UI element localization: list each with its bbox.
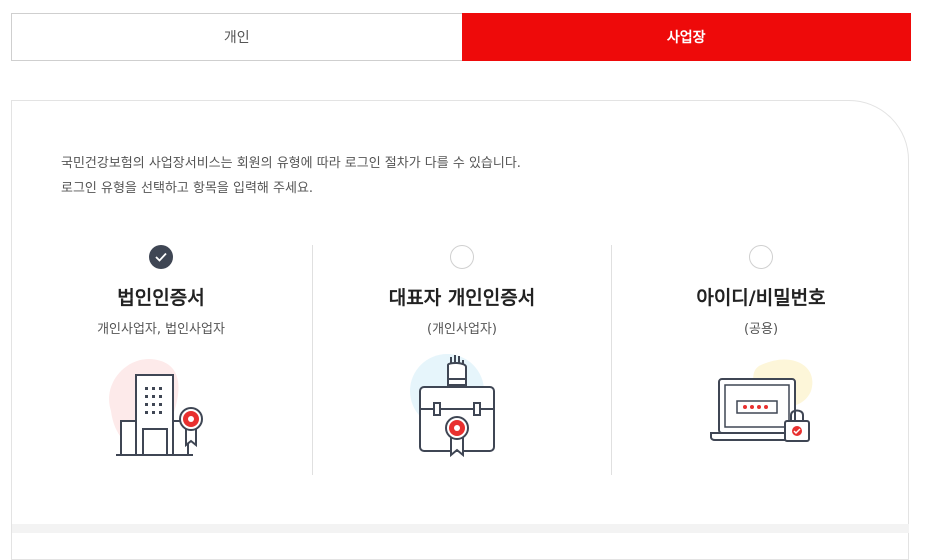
check-icon [155, 252, 167, 262]
option-title: 대표자 개인인증서 [388, 287, 536, 309]
footer-strip [12, 524, 909, 533]
option-title: 아이디/비밀번호 [696, 287, 826, 309]
login-type-tabs: 개인 사업장 [11, 13, 911, 61]
intro-line-2: 로그인 유형을 선택하고 항목을 입력해 주세요. [61, 181, 314, 196]
laptop-lock-icon [710, 359, 813, 442]
intro-text: 국민건강보험의 사업장서비스는 회원의 유형에 따라 로그인 절차가 다를 수 … [61, 151, 521, 201]
option-corporate-certificate[interactable]: 법인인증서 개인사업자, 법인사업자 [12, 243, 310, 483]
intro-line-1: 국민건강보험의 사업장서비스는 회원의 유형에 따라 로그인 절차가 다를 수 … [61, 156, 521, 171]
option-subtitle: (개인사업자) [427, 322, 497, 337]
option-title: 법인인증서 [117, 287, 205, 309]
radio-selected[interactable] [149, 245, 173, 269]
login-card: 국민건강보험의 사업장서비스는 회원의 유형에 따라 로그인 절차가 다를 수 … [11, 100, 909, 560]
briefcase-certificate-icon [410, 354, 495, 458]
option-representative-certificate[interactable]: 대표자 개인인증서 (개인사업자) [312, 245, 611, 475]
option-subtitle: 개인사업자, 법인사업자 [97, 322, 225, 337]
radio-unselected[interactable] [450, 245, 474, 269]
tab-business[interactable]: 사업장 [461, 13, 911, 61]
building-certificate-icon [109, 359, 203, 456]
option-id-password[interactable]: 아이디/비밀번호 (공용) [611, 245, 910, 475]
radio-unselected[interactable] [749, 245, 773, 269]
tab-personal[interactable]: 개인 [11, 13, 462, 61]
option-subtitle: (공용) [743, 322, 779, 337]
